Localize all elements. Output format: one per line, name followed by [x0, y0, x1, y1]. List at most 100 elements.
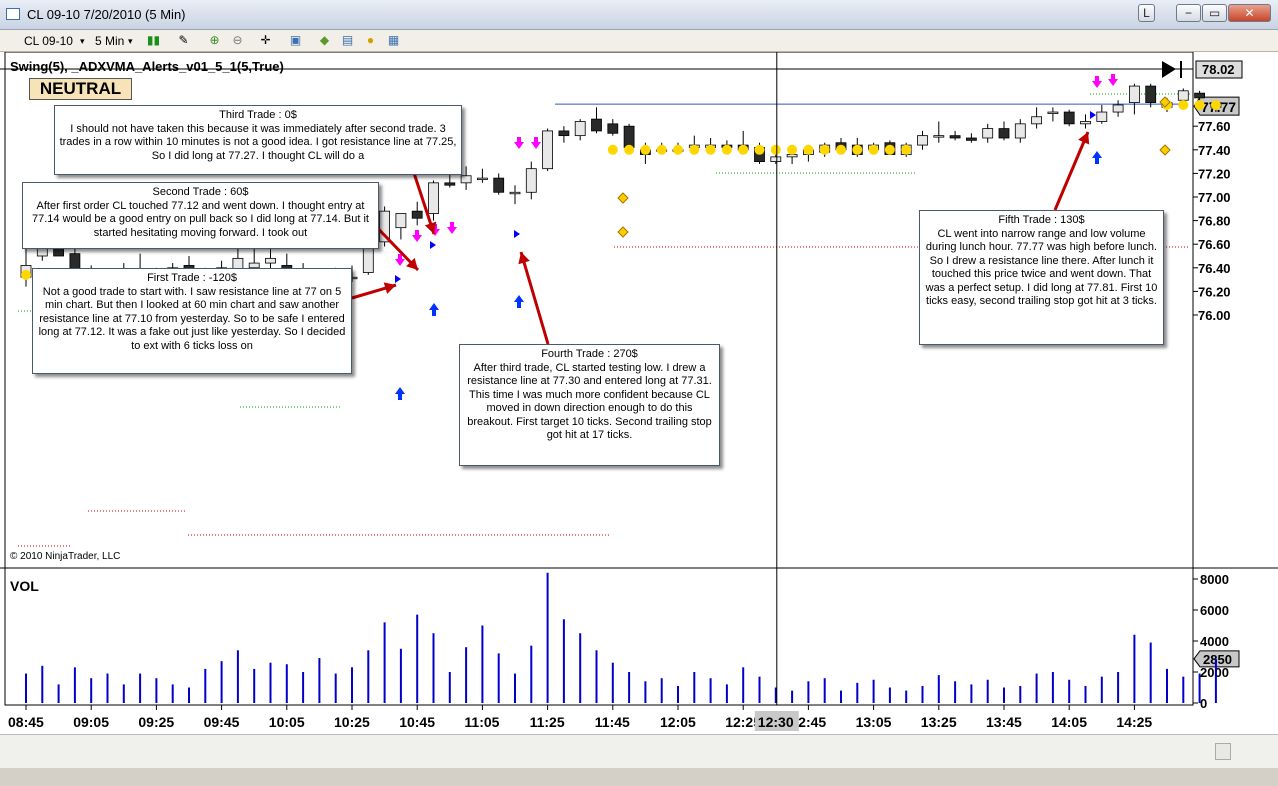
chart-trader-icon[interactable]: ▤	[340, 33, 355, 48]
candle	[1112, 104, 1124, 113]
time-label: 12:05	[660, 714, 696, 730]
note-body: Not a good trade to start with. I saw re…	[38, 285, 346, 352]
candle	[1096, 111, 1108, 122]
last-volume-label: 2850	[1203, 652, 1232, 667]
adxvma-dot	[721, 144, 732, 155]
price-tick-label: 76.60	[1198, 237, 1231, 252]
link-button[interactable]: L	[1138, 4, 1155, 22]
adxvma-dot	[21, 269, 31, 280]
minimize-button[interactable]: −	[1176, 4, 1201, 22]
volume-tick-label: 6000	[1200, 603, 1229, 618]
time-label: 11:45	[595, 714, 630, 730]
time-label: 09:05	[73, 714, 109, 730]
candle	[607, 123, 619, 134]
adxvma-dot	[689, 144, 700, 155]
candle	[525, 168, 537, 193]
zoom-out-icon[interactable]: ⊖	[230, 33, 245, 48]
properties-icon[interactable]: ▣	[288, 33, 303, 48]
note-first-trade: First Trade : -120$ Not a good trade to …	[32, 268, 352, 374]
time-label: 13:05	[856, 714, 892, 730]
note-body: After first order CL touched 77.12 and w…	[32, 199, 369, 239]
price-tick-label: 77.60	[1198, 119, 1231, 134]
candle	[998, 128, 1010, 139]
sell-signal-icon	[514, 137, 524, 149]
adxvma-dot	[1194, 99, 1205, 110]
note-title: Second Trade : 60$	[152, 186, 249, 198]
market-state-badge: NEUTRAL	[29, 78, 132, 100]
candle	[509, 191, 521, 195]
candle	[1047, 111, 1059, 114]
note-body: CL went into narrow range and low volume…	[925, 227, 1158, 308]
time-label: 13:45	[986, 714, 1022, 730]
note-third-trade: Third Trade : 0$ I should not have taken…	[54, 105, 462, 175]
candle	[574, 121, 586, 137]
adxvma-diamond	[617, 192, 629, 204]
candle	[949, 135, 961, 139]
horizontal-scrollbar[interactable]	[0, 734, 1278, 768]
volume-tick-label: 8000	[1200, 572, 1229, 587]
adxvma-dot	[770, 144, 781, 155]
time-label: 09:25	[138, 714, 174, 730]
candle	[770, 156, 782, 162]
adxvma-dot	[1178, 99, 1189, 110]
candle	[1063, 111, 1075, 125]
candle	[1129, 85, 1140, 104]
instrument-dropdown-icon[interactable]: ▾	[80, 32, 85, 50]
pencil-icon[interactable]: ✎	[176, 33, 191, 48]
adxvma-dot	[819, 144, 830, 155]
close-button[interactable]: ✕	[1228, 4, 1271, 22]
interval-dropdown-icon[interactable]: ▾	[128, 32, 133, 50]
instrument-selector[interactable]: CL 09-10	[24, 32, 73, 50]
crosshair-icon[interactable]: ✛	[258, 33, 273, 48]
candle	[933, 135, 945, 138]
annotation-arrow	[1053, 131, 1090, 211]
volume-tick-label: 4000	[1200, 634, 1229, 649]
adxvma-diamond	[1159, 144, 1171, 156]
chart-area[interactable]: 77.60 77.40 77.20 77.00 76.80 76.60 76.40 76.20…	[0, 52, 1278, 768]
volume-panel-label: VOL	[10, 578, 39, 594]
adxvma-dot	[868, 144, 879, 155]
data-box-icon[interactable]: ▦	[386, 33, 401, 48]
entry-marker	[430, 241, 436, 249]
annotation-arrow	[519, 251, 550, 345]
strategy-icon[interactable]: ◆	[317, 33, 332, 48]
adxvma-dot	[607, 144, 618, 155]
time-label: 09:45	[204, 714, 240, 730]
copyright-label: © 2010 NinjaTrader, LLC	[10, 551, 121, 562]
title-bar: CL 09-10 7/20/2010 (5 Min) L − ▭ ✕	[0, 0, 1278, 30]
adxvma-dot	[852, 144, 863, 155]
time-label: 11:25	[530, 714, 565, 730]
time-label: 10:05	[269, 714, 305, 730]
candle	[917, 135, 928, 146]
candle	[966, 137, 977, 141]
adxvma-dot	[640, 144, 651, 155]
candle	[1031, 116, 1042, 125]
note-title: First Trade : -120$	[147, 272, 237, 284]
coin-icon[interactable]: ●	[363, 33, 378, 48]
zoom-in-icon[interactable]: ⊕	[207, 33, 222, 48]
entry-marker	[514, 230, 520, 238]
scroll-thumb[interactable]	[1215, 743, 1231, 760]
candlestick-icon[interactable]: ▮▮	[146, 33, 161, 48]
candle	[493, 177, 505, 193]
buy-signal-icon	[1092, 151, 1102, 164]
maximize-button[interactable]: ▭	[1202, 4, 1227, 22]
price-tick-label: 77.20	[1198, 166, 1231, 181]
note-body: I should not have taken this because it …	[59, 122, 457, 162]
sell-signal-icon	[1108, 74, 1118, 86]
adxvma-dot	[705, 144, 716, 155]
note-body: After third trade, CL started testing lo…	[467, 361, 712, 442]
entry-marker	[395, 275, 401, 283]
candle	[265, 257, 276, 264]
note-title: Fifth Trade : 130$	[998, 214, 1085, 226]
adxvma-dot	[754, 144, 765, 155]
indicator-label: Swing(5), _ADXVMA_Alerts_v01_5_1(5,True)	[10, 59, 284, 74]
adxvma-dot	[803, 144, 814, 155]
candle	[786, 154, 798, 158]
candle	[411, 210, 423, 219]
entry-marker	[1090, 111, 1096, 119]
adxvma-diamond	[617, 226, 629, 238]
buy-signal-icon	[514, 295, 524, 308]
adxvma-dot	[738, 144, 749, 155]
interval-selector[interactable]: 5 Min	[95, 32, 124, 50]
